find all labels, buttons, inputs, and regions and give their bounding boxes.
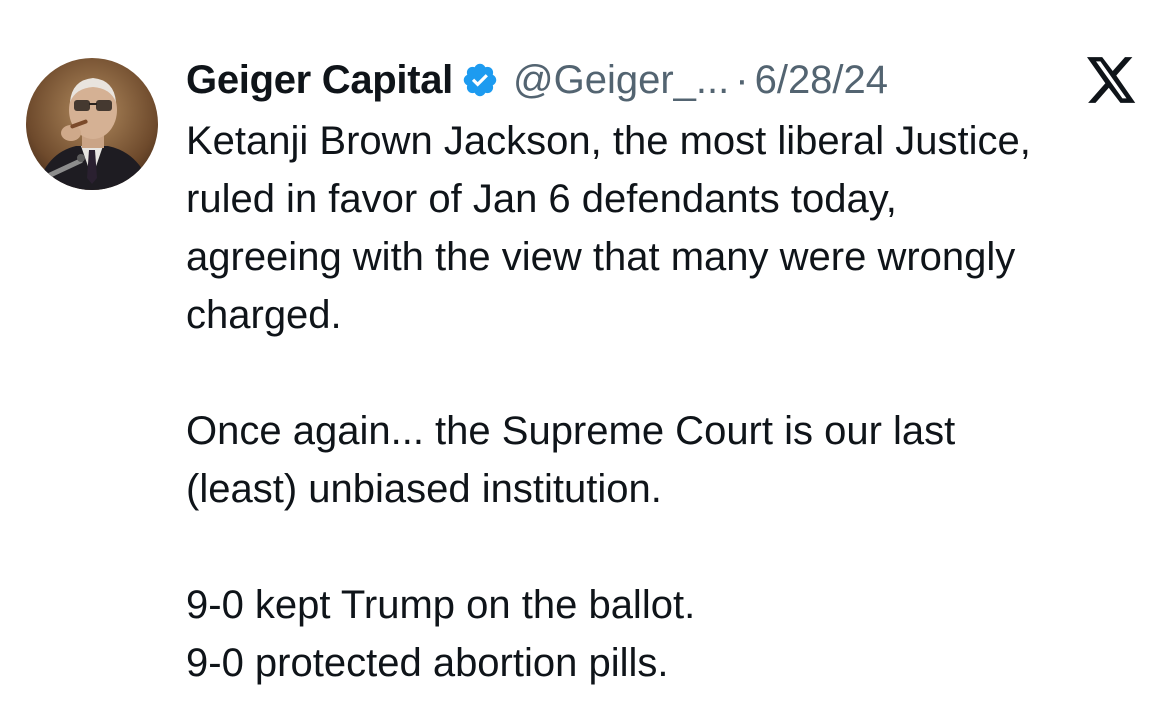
avatar-image: [26, 58, 158, 190]
tweet-line: 9-0 protected abortion pills.: [186, 641, 669, 685]
tweet-paragraph: Once again... the Supreme Court is our l…: [186, 402, 1156, 518]
author-name[interactable]: Geiger Capital: [186, 58, 453, 103]
tweet-header: Geiger Capital @Geiger_... · 6/28/24: [186, 52, 888, 108]
header-separator: ·: [735, 57, 749, 102]
tweet-line: agreeing with the view that many were wr…: [186, 235, 1016, 279]
tweet-line: (least) unbiased institution.: [186, 467, 662, 511]
avatar[interactable]: [26, 58, 158, 190]
author-handle[interactable]: @Geiger_...: [513, 58, 729, 103]
tweet-line: ruled in favor of Jan 6 defendants today…: [186, 177, 897, 221]
tweet-line: 9-0 kept Trump on the ballot.: [186, 583, 696, 627]
tweet-text: Ketanji Brown Jackson, the most liberal …: [186, 112, 1156, 692]
tweet-line: Once again... the Supreme Court is our l…: [186, 409, 956, 453]
tweet-paragraph: Ketanji Brown Jackson, the most liberal …: [186, 112, 1156, 344]
verified-badge-icon: [461, 61, 499, 99]
tweet-line: Ketanji Brown Jackson, the most liberal …: [186, 119, 1031, 163]
tweet-paragraph: 9-0 kept Trump on the ballot. 9-0 protec…: [186, 576, 1156, 692]
tweet-date[interactable]: 6/28/24: [755, 58, 888, 103]
tweet-line: charged.: [186, 293, 342, 337]
x-logo-icon: [1087, 57, 1137, 103]
